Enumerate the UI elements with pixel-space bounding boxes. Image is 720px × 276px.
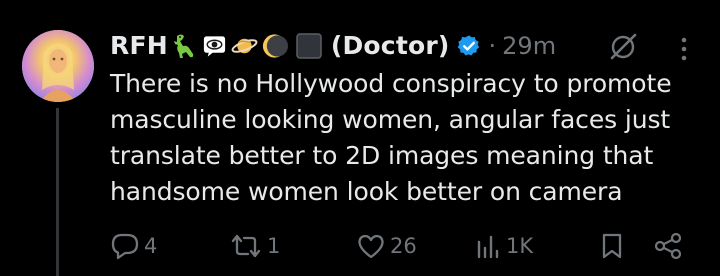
repost-button[interactable]: 1 [229, 230, 280, 262]
lizard-emoji [171, 32, 198, 60]
timestamp[interactable]: 29m [502, 28, 556, 64]
tweet-text-line: translate better to 2D images meaning th… [110, 141, 654, 170]
more-options-icon[interactable] [676, 36, 692, 66]
tweet[interactable]: RFH (Doctor) · 29m There is no Hollywood… [0, 0, 720, 276]
eye-in-speech-bubble-emoji [201, 32, 228, 60]
share-button[interactable] [652, 230, 684, 262]
tweet-text-line: There is no Hollywood conspiracy to prom… [110, 69, 672, 98]
repost-icon [231, 234, 261, 258]
bookmark-icon [602, 233, 622, 259]
heart-icon [358, 234, 384, 259]
display-name[interactable]: RFH [110, 28, 168, 64]
tweet-header: RFH (Doctor) · 29m [110, 28, 556, 64]
like-count: 26 [390, 234, 417, 258]
share-icon [654, 232, 682, 260]
reply-count: 4 [144, 234, 158, 258]
ringed-planet-emoji [231, 32, 258, 60]
reply-button[interactable]: 4 [110, 230, 157, 262]
tweet-text-line: masculine looking women, angular faces j… [110, 105, 671, 134]
repost-count: 1 [267, 234, 281, 258]
tweet-text: There is no Hollywood conspiracy to prom… [110, 66, 710, 210]
avatar[interactable] [22, 30, 94, 102]
new-moon-emoji [261, 32, 288, 60]
separator-dot: · [488, 32, 497, 60]
analytics-icon [477, 235, 499, 259]
black-square-emoji [296, 32, 323, 60]
views-button[interactable]: 1K [474, 230, 533, 262]
grok-icon[interactable] [608, 32, 638, 66]
bookmark-button[interactable] [600, 230, 624, 262]
display-name-suffix[interactable]: (Doctor) [331, 28, 450, 64]
like-button[interactable]: 26 [356, 230, 417, 262]
view-count: 1K [506, 234, 534, 258]
verified-badge-icon [457, 34, 481, 58]
tweet-text-line: handsome women look better on camera [110, 177, 623, 206]
reply-icon [111, 233, 139, 260]
thread-line [56, 108, 59, 276]
